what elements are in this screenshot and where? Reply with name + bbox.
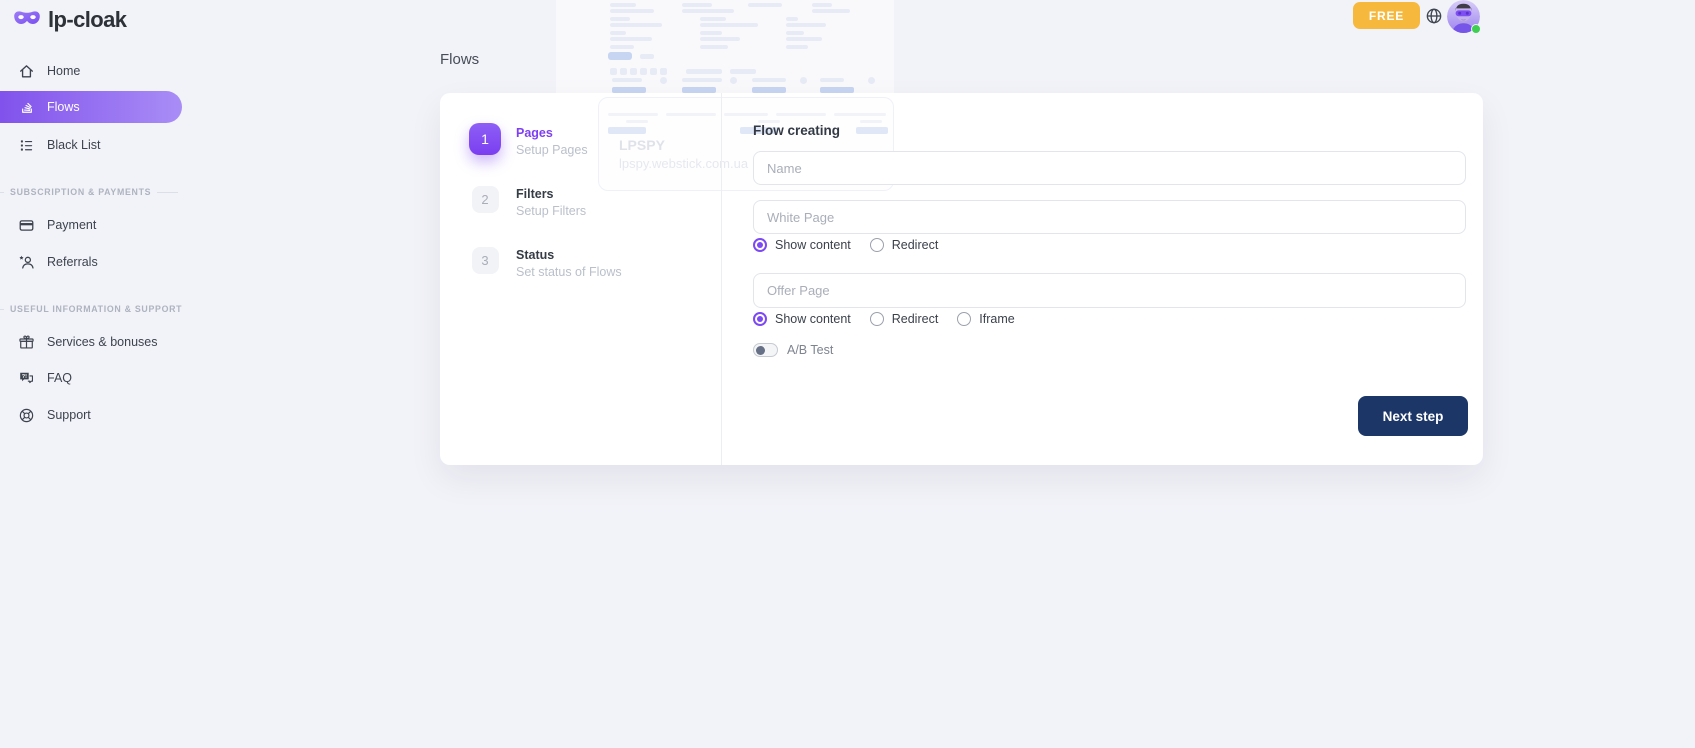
sidebar-item-payment[interactable]: Payment: [0, 209, 182, 241]
home-icon: [18, 63, 35, 80]
sidebar-item-label: Services & bonuses: [47, 335, 157, 349]
ab-test-label: A/B Test: [787, 343, 833, 357]
sidebar-item-home[interactable]: Home: [0, 55, 182, 87]
step-number-badge: 1: [469, 123, 501, 155]
step-subtitle: Setup Filters: [516, 204, 586, 218]
plan-badge[interactable]: FREE: [1353, 2, 1420, 29]
wizard-step-filters[interactable]: 2 Filters Setup Filters: [469, 184, 586, 218]
step-subtitle: Set status of Flows: [516, 265, 622, 279]
ghost-brand-text: LPSPY: [619, 137, 665, 153]
radio-label: Show content: [775, 238, 851, 252]
wizard-step-pages[interactable]: 1 Pages Setup Pages: [469, 123, 588, 157]
sidebar-item-label: Payment: [47, 218, 96, 232]
wizard-step-status[interactable]: 3 Status Set status of Flows: [469, 245, 622, 279]
faq-icon: ?!: [18, 370, 35, 387]
sidebar-item-black-list[interactable]: Black List: [0, 129, 182, 161]
sidebar-item-label: Support: [47, 408, 91, 422]
sidebar-item-label: FAQ: [47, 371, 72, 385]
flows-icon: [18, 99, 35, 116]
sidebar-item-referrals[interactable]: Referrals: [0, 246, 182, 278]
step-subtitle: Setup Pages: [516, 143, 588, 157]
form-title: Flow creating: [753, 123, 840, 138]
support-icon: [18, 407, 35, 424]
radio-unselected-icon: [870, 238, 884, 252]
radio-selected-icon: [753, 238, 767, 252]
sidebar-section-support: USEFUL INFORMATION & SUPPORT: [0, 304, 178, 314]
sidebar-item-faq[interactable]: ?! FAQ: [0, 362, 182, 394]
sidebar-item-label: Home: [47, 64, 80, 78]
radio-iframe[interactable]: Iframe: [957, 312, 1014, 326]
radio-label: Redirect: [892, 238, 939, 252]
offer-page-input[interactable]: [753, 273, 1466, 308]
offer-page-options: Show content Redirect Iframe: [753, 312, 1015, 326]
radio-label: Redirect: [892, 312, 939, 326]
page-title: Flows: [440, 51, 479, 68]
next-step-button[interactable]: Next step: [1358, 396, 1468, 436]
radio-show-content[interactable]: Show content: [753, 312, 851, 326]
sidebar-item-label: Black List: [47, 138, 101, 152]
white-page-options: Show content Redirect: [753, 238, 938, 252]
language-globe-icon[interactable]: [1425, 7, 1443, 25]
name-input[interactable]: [753, 151, 1466, 185]
radio-label: Show content: [775, 312, 851, 326]
payment-icon: [18, 217, 35, 234]
referrals-icon: [18, 254, 35, 271]
brand-logo[interactable]: lp-cloak: [13, 7, 126, 33]
radio-selected-icon: [753, 312, 767, 326]
gift-icon: [18, 334, 35, 351]
black-list-icon: [18, 137, 35, 154]
modal-divider: [721, 93, 722, 465]
app-root: { "brand": { "name": "lp-cloak" }, "topb…: [0, 0, 1695, 748]
ab-test-row: A/B Test: [753, 343, 833, 357]
sidebar-item-flows[interactable]: Flows: [0, 91, 182, 123]
sidebar-section-subscription: SUBSCRIPTION & PAYMENTS: [0, 187, 178, 197]
mask-icon: [13, 9, 41, 32]
radio-label: Iframe: [979, 312, 1014, 326]
sidebar-item-services[interactable]: Services & bonuses: [0, 326, 182, 358]
step-title: Filters: [516, 187, 586, 201]
radio-unselected-icon: [957, 312, 971, 326]
sidebar-item-label: Referrals: [47, 255, 98, 269]
step-title: Status: [516, 248, 622, 262]
brand-name: lp-cloak: [48, 7, 126, 33]
white-page-input[interactable]: [753, 200, 1466, 234]
sidebar-item-support[interactable]: Support: [0, 399, 182, 431]
step-title: Pages: [516, 126, 588, 140]
radio-redirect[interactable]: Redirect: [870, 238, 939, 252]
radio-redirect[interactable]: Redirect: [870, 312, 939, 326]
ghost-background-content: [556, 0, 894, 93]
radio-unselected-icon: [870, 312, 884, 326]
step-number-badge: 3: [472, 247, 499, 274]
ghost-url-text: lpspy.webstick.com.ua: [619, 156, 748, 171]
online-status-dot: [1471, 24, 1481, 34]
sidebar: lp-cloak Home Flows: [0, 0, 182, 748]
svg-text:?!: ?!: [22, 373, 27, 379]
step-number-badge: 2: [472, 186, 499, 213]
ab-test-toggle[interactable]: [753, 343, 778, 357]
radio-show-content[interactable]: Show content: [753, 238, 851, 252]
flow-creating-modal: LPSPY lpspy.webstick.com.ua 1 Pages Setu…: [440, 93, 1483, 465]
sidebar-item-label: Flows: [47, 100, 80, 114]
